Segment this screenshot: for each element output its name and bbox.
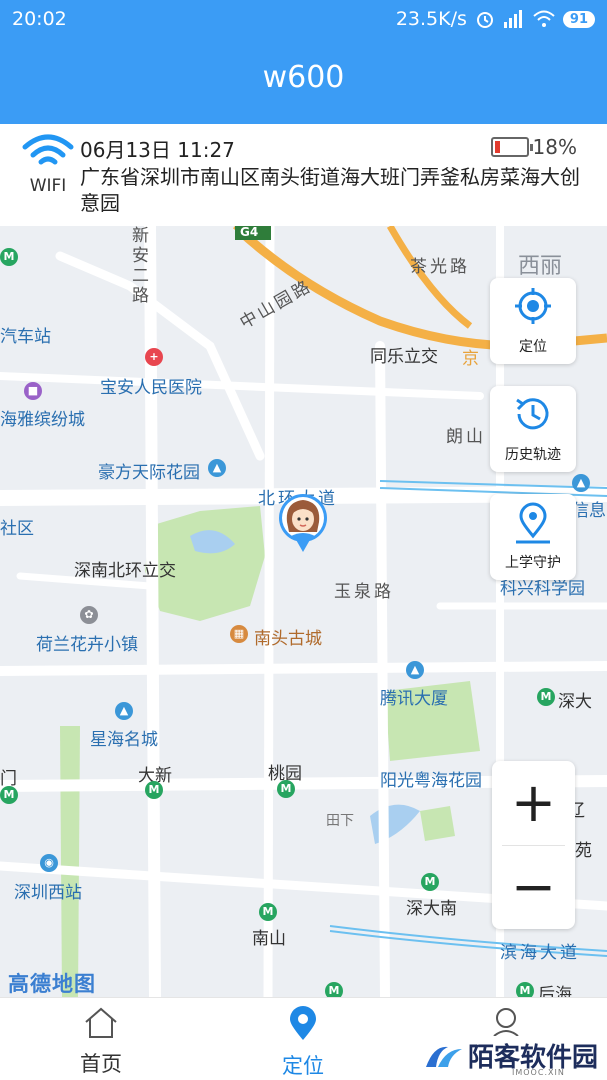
geofence-icon xyxy=(516,502,550,544)
map-label-xinan2: 新安二路 xyxy=(128,226,148,306)
avatar-icon xyxy=(279,494,327,552)
map-label-shennan-beihuan: 深南北环立交 xyxy=(74,561,176,581)
device-info-panel: WIFI 06月13日 11:27 18% 广东省深圳市南山区南头街道海大班门弄… xyxy=(0,124,607,226)
wifi-status-icon xyxy=(533,10,555,27)
status-right: 23.5K/s 91 xyxy=(396,8,595,30)
device-marker[interactable] xyxy=(277,492,329,554)
metro-icon: M xyxy=(0,248,18,266)
amap-logo: 高德地图 xyxy=(8,972,96,996)
watermark-logo-icon xyxy=(426,1046,462,1067)
map-label-shenzhen-west: 深圳西站 xyxy=(14,883,82,903)
metro-icon: M xyxy=(421,873,439,891)
map-label-shequ: 社区 xyxy=(0,519,34,539)
title-bar: w600 xyxy=(0,40,607,124)
profile-icon xyxy=(493,1008,519,1037)
map-label-xili: 西丽 xyxy=(518,254,563,279)
metro-icon: M xyxy=(537,688,555,706)
mall-icon: ■ xyxy=(24,382,42,400)
map-label-xinghai: 星海名城 xyxy=(90,730,158,750)
metro-icon: M xyxy=(277,780,295,798)
building-icon: ▲ xyxy=(572,474,590,492)
geofence-button[interactable]: 上学守护 xyxy=(490,494,576,580)
hospital-icon: + xyxy=(145,348,163,366)
metro-icon: M xyxy=(259,903,277,921)
map-label-jing: 京 xyxy=(462,349,479,369)
status-battery: 91 xyxy=(562,10,595,28)
map-label-tongle: 同乐立交 xyxy=(370,347,438,367)
watermark-sub: IMOOC.XIN xyxy=(512,1068,565,1077)
map-label-g4: G4 xyxy=(240,226,259,239)
locate-icon xyxy=(515,288,551,324)
history-label: 历史轨迹 xyxy=(505,447,561,463)
map-label-yabinfen: 海雅缤纷城 xyxy=(0,410,85,430)
building-icon: ▲ xyxy=(406,661,424,679)
map-label-tengxun: 腾讯大厦 xyxy=(380,689,448,709)
map-view[interactable]: G4 新安二路 茶光路 西丽 中山园路 汽车站 同乐立交 京 + 宝安人民医院 … xyxy=(0,226,607,997)
map-label-binhai: 滨海大道 xyxy=(500,943,580,963)
map-label-helan: 荷兰花卉小镇 xyxy=(36,635,138,655)
geofence-label: 上学守护 xyxy=(505,555,561,571)
map-label-chaguang: 茶光路 xyxy=(410,257,470,277)
train-station-icon: ◉ xyxy=(40,854,58,872)
map-label-nantou: 南头古城 xyxy=(254,629,322,649)
network-speed: 23.5K/s xyxy=(395,8,467,30)
wifi-icon xyxy=(22,134,74,165)
map-label-shenda: 深大 xyxy=(558,692,592,712)
metro-icon: M xyxy=(325,982,343,997)
map-label-nanshan: 南山 xyxy=(252,929,286,949)
battery-fill xyxy=(494,141,500,153)
map-label-tianxia: 田下 xyxy=(326,813,354,829)
battery-percent: 18% xyxy=(532,135,577,159)
battery-icon xyxy=(490,137,533,157)
status-time: 20:02 xyxy=(12,8,67,30)
tab-profile[interactable] xyxy=(446,1006,566,1040)
watermark: 陌客软件园 IMOOC.XIN xyxy=(424,1037,598,1077)
map-label-haofang: 豪方天际花园 xyxy=(98,463,200,483)
history-icon xyxy=(516,398,549,430)
map-label-houhai: 后海 xyxy=(538,985,572,997)
building-icon: ▲ xyxy=(208,459,226,477)
map-label-yangguang: 阳光粤海花园 xyxy=(380,771,482,791)
metro-icon: M xyxy=(516,982,534,997)
page-title: w600 xyxy=(262,60,345,95)
zoom-out-button[interactable]: − xyxy=(492,845,575,929)
last-update-time: 06月13日 11:27 xyxy=(80,138,235,162)
device-battery: 18% xyxy=(490,135,577,159)
map-label-yuan: 苑 xyxy=(575,841,592,861)
map-label-langshan: 朗山 xyxy=(446,427,486,447)
map-label-yuquan: 玉泉路 xyxy=(334,582,394,602)
building-icon: ▲ xyxy=(115,702,133,720)
device-address: 广东省深圳市南山区南头街道海大班门弄釜私房菜海大创意园 xyxy=(80,165,580,215)
map-label-baoan-hospital: 宝安人民医院 xyxy=(100,378,202,398)
map-label-shendanan: 深大南 xyxy=(406,899,457,919)
zoom-control: + − xyxy=(492,761,575,929)
tab-home[interactable]: 首页 xyxy=(41,1006,161,1078)
map-label-bus-station: 汽车站 xyxy=(0,327,51,347)
location-pin-icon xyxy=(290,1006,316,1040)
history-button[interactable]: 历史轨迹 xyxy=(490,386,576,472)
status-bar: 20:02 23.5K/s 91 xyxy=(0,0,607,40)
tab-location-label: 定位 xyxy=(282,1054,324,1078)
wifi-label: WIFI xyxy=(29,176,67,196)
wifi-indicator: WIFI xyxy=(20,134,76,196)
locate-button[interactable]: 定位 xyxy=(490,278,576,364)
heritage-icon: ▦ xyxy=(230,625,248,643)
tab-location[interactable]: 定位 xyxy=(243,1006,363,1080)
scenic-icon: ✿ xyxy=(80,606,98,624)
zoom-in-button[interactable]: + xyxy=(492,761,575,845)
map-label-xinxi: 信息 xyxy=(572,501,606,521)
metro-icon: M xyxy=(145,781,163,799)
tab-home-label: 首页 xyxy=(80,1052,122,1076)
signal-icon xyxy=(503,10,522,28)
alarm-icon xyxy=(476,12,493,28)
home-icon xyxy=(85,1007,117,1038)
locate-label: 定位 xyxy=(519,339,547,355)
metro-icon: M xyxy=(0,786,18,804)
